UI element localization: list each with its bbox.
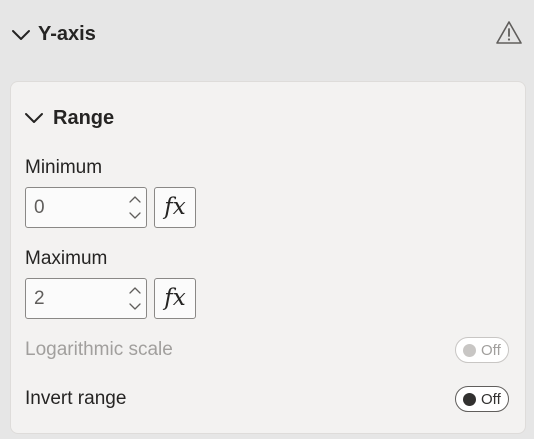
maximum-fx-button[interactable]: fx (154, 278, 196, 319)
toggle-state-label: Off (481, 342, 501, 359)
minimum-fx-button[interactable]: fx (154, 187, 196, 228)
maximum-label: Maximum (25, 248, 108, 269)
invert-range-toggle[interactable]: Off (455, 386, 509, 412)
warning-triangle-icon[interactable] (495, 19, 523, 47)
card-title: Range (53, 107, 115, 129)
invert-range-label: Invert range (25, 388, 127, 409)
toggle-state-label: Off (481, 391, 501, 408)
minimum-input[interactable]: 0 (25, 187, 147, 228)
y-axis-section-header[interactable]: Y-axis (0, 0, 534, 70)
maximum-input[interactable]: 2 (25, 278, 147, 319)
spin-up-icon[interactable] (127, 192, 143, 206)
spin-down-icon[interactable] (127, 300, 143, 314)
chevron-down-icon[interactable] (23, 107, 45, 129)
spin-down-icon[interactable] (127, 209, 143, 223)
range-card-header[interactable]: Range (23, 104, 223, 132)
minimum-label: Minimum (25, 157, 103, 178)
format-pane: Y-axis Range Minimum 0 fx Maximum 2 fx L… (0, 0, 534, 439)
minimum-value: 0 (34, 197, 45, 218)
logarithmic-scale-label: Logarithmic scale (25, 339, 173, 360)
range-card: Range Minimum 0 fx Maximum 2 fx Logarith… (11, 82, 525, 433)
chevron-down-icon[interactable] (10, 24, 32, 46)
toggle-knob (463, 344, 476, 357)
section-title: Y-axis (38, 23, 96, 45)
logarithmic-scale-toggle: Off (455, 337, 509, 363)
spin-up-icon[interactable] (127, 283, 143, 297)
toggle-knob (463, 393, 476, 406)
maximum-value: 2 (34, 288, 45, 309)
